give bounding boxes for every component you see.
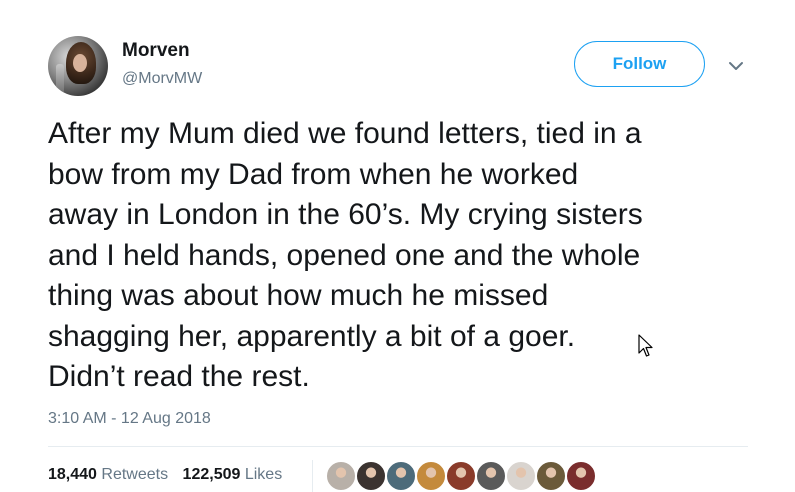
tweet-line: After my Mum died we found letters, tied…	[48, 117, 642, 150]
tweet-line: and I held hands, opened one and the who…	[48, 238, 641, 272]
likes-count: 122,509	[182, 466, 241, 483]
tweet-timestamp[interactable]: 3:10 AM - 12 Aug 2018	[48, 410, 211, 428]
tweet-line: bow from my Dad from when he worked	[48, 157, 579, 191]
divider	[48, 446, 748, 447]
liker-avatar[interactable]	[506, 461, 536, 491]
liker-avatar[interactable]	[386, 461, 416, 491]
tweet-line: away in London in the 60’s. My crying si…	[48, 198, 643, 231]
tweet-stats: 18,440 Retweets 122,509 Likes	[48, 466, 292, 484]
user-avatar[interactable]	[48, 36, 108, 96]
liker-avatar[interactable]	[476, 461, 506, 491]
retweets-label: Retweets	[101, 466, 169, 483]
follow-button[interactable]: Follow	[574, 41, 705, 87]
retweets-count: 18,440	[48, 466, 97, 483]
retweets-stat[interactable]: 18,440 Retweets	[48, 466, 168, 484]
tweet-line: Didn’t read the rest.	[48, 360, 310, 393]
user-handle[interactable]: @MorvMW	[122, 70, 202, 88]
avatar-bottle	[56, 64, 64, 94]
likes-stat[interactable]: 122,509 Likes	[183, 466, 283, 484]
user-display-name[interactable]: Morven	[122, 40, 190, 62]
liker-avatar[interactable]	[566, 461, 596, 491]
liker-avatar[interactable]	[446, 461, 476, 491]
liker-avatar[interactable]	[416, 461, 446, 491]
stats-separator	[312, 460, 313, 492]
tweet-line: thing was about how much he missed	[48, 279, 549, 312]
liker-avatar[interactable]	[536, 461, 566, 491]
mouse-cursor-icon	[638, 334, 653, 357]
liker-avatar[interactable]	[326, 461, 356, 491]
tweet-header: Morven @MorvMW Follow	[48, 36, 748, 100]
chevron-down-icon[interactable]	[726, 56, 746, 76]
likes-label: Likes	[244, 466, 283, 483]
liker-avatar[interactable]	[356, 461, 386, 491]
avatar-face	[73, 54, 87, 72]
